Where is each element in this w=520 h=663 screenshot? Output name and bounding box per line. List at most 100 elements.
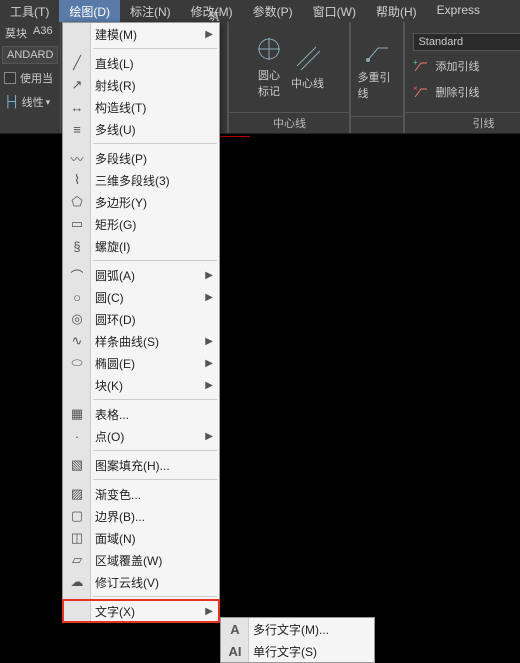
menu-item-label: 边界(B)... xyxy=(95,508,145,525)
svg-text:×: × xyxy=(413,85,418,93)
menu-item-block[interactable]: 块(K) ▶ xyxy=(63,374,219,396)
menu-draw[interactable]: 绘图(D) xyxy=(59,0,120,22)
menu-item-point[interactable]: · 点(O) ▶ xyxy=(63,425,219,447)
arc-icon: ⌒ xyxy=(68,266,86,284)
menu-item-mtext[interactable]: A 多行文字(M)... xyxy=(221,618,374,640)
multileader-button[interactable]: 多重引线 xyxy=(357,37,397,101)
menu-item-label: 区域覆盖(W) xyxy=(95,552,162,569)
point-icon: · xyxy=(68,427,86,445)
menu-item-pline3d[interactable]: ⌇ 三维多段线(3) xyxy=(63,169,219,191)
menu-param[interactable]: 参数(P) xyxy=(243,0,303,22)
centerline-icon xyxy=(293,43,321,71)
leader-standard-input[interactable] xyxy=(413,33,520,51)
line-icon: ╱ xyxy=(68,54,86,72)
wipeout-icon: ▱ xyxy=(68,551,86,569)
pline-icon: 〰 xyxy=(68,149,86,167)
menu-item-mline[interactable]: ≡ 多线(U) xyxy=(63,118,219,140)
menu-item-label: 多行文字(M)... xyxy=(253,621,329,638)
submenu-arrow-icon: ▶ xyxy=(205,606,213,617)
menu-item-line[interactable]: ╱ 直线(L) xyxy=(63,52,219,74)
menu-item-revcloud[interactable]: ☁ 修订云线(V) xyxy=(63,571,219,593)
checkbox-icon xyxy=(4,72,16,84)
table-icon: ▦ xyxy=(68,405,86,423)
menu-item-spline[interactable]: ∿ 样条曲线(S) ▶ xyxy=(63,330,219,352)
menu-window[interactable]: 窗口(W) xyxy=(303,0,366,22)
menu-item-region[interactable]: ◫ 面域(N) xyxy=(63,527,219,549)
menu-item-label: 文字(X) xyxy=(95,603,135,620)
mline-icon: ≡ xyxy=(68,120,86,138)
menu-item-label: 块(K) xyxy=(95,377,123,394)
submenu-arrow-icon: ▶ xyxy=(205,292,213,303)
center-mark-icon xyxy=(255,35,283,63)
menu-item-circle[interactable]: ○ 圆(C) ▶ xyxy=(63,286,219,308)
submenu-arrow-icon: ▶ xyxy=(205,270,213,281)
add-leader-icon: + xyxy=(413,59,429,73)
menu-item-label: 点(O) xyxy=(95,428,124,445)
remove-leader-button[interactable]: × 删除引线 xyxy=(413,84,520,100)
menu-item-gradient[interactable]: ▨ 渐变色... xyxy=(63,483,219,505)
menu-item-dtext[interactable]: AI 单行文字(S) xyxy=(221,640,374,662)
pline3d-icon: ⌇ xyxy=(68,171,86,189)
menu-item-label: 多线(U) xyxy=(95,121,136,138)
boundary-icon: ▢ xyxy=(68,507,86,525)
menu-item-text[interactable]: 文字(X) ▶ xyxy=(63,600,219,622)
menu-item-label: 构造线(T) xyxy=(95,99,146,116)
menu-item-ray[interactable]: ↗ 射线(R) xyxy=(63,74,219,96)
menu-item-label: 圆弧(A) xyxy=(95,267,135,284)
menu-item-label: 样条曲线(S) xyxy=(95,333,159,350)
ray-icon: ↗ xyxy=(68,76,86,94)
menu-item-label: 多段线(P) xyxy=(95,150,147,167)
ribbon-left-cutoff: 莫块 A36 ANDARD 使用当 ├┤ 线性 ▾ xyxy=(0,22,60,133)
remove-leader-label: 删除引线 xyxy=(435,84,479,100)
text-submenu: A 多行文字(M)... AI 单行文字(S) xyxy=(220,617,375,663)
helix-icon: § xyxy=(68,237,86,255)
menu-express[interactable]: Express xyxy=(427,0,490,22)
menu-tools[interactable]: 工具(T) xyxy=(0,0,59,22)
menu-item-label: 矩形(G) xyxy=(95,216,136,233)
menu-item-boundary[interactable]: ▢ 边界(B)... xyxy=(63,505,219,527)
menu-item-label: 渐变色... xyxy=(95,486,141,503)
region-icon: ◫ xyxy=(68,529,86,547)
centerline-button[interactable]: 中心线 xyxy=(291,43,324,91)
canvas-edge-marker xyxy=(220,136,250,137)
menu-item-label: 螺旋(I) xyxy=(95,238,130,255)
centerline-label: 中心线 xyxy=(291,75,324,91)
menu-item-model[interactable]: 建模(M) ▶ xyxy=(63,23,219,45)
use-current-checkbox[interactable]: 使用当 xyxy=(4,70,56,86)
hatch-icon: ▧ xyxy=(68,456,86,474)
xline-icon: ↔ xyxy=(68,98,86,116)
menu-item-donut[interactable]: ◎ 圆环(D) xyxy=(63,308,219,330)
polygon-icon: ⬠ xyxy=(68,193,86,211)
menu-item-arc[interactable]: ⌒ 圆弧(A) ▶ xyxy=(63,264,219,286)
svg-text:+: + xyxy=(413,59,418,67)
menu-item-table[interactable]: ▦ 表格... xyxy=(63,403,219,425)
menu-item-hatch[interactable]: ▧ 图案填充(H)... xyxy=(63,454,219,476)
menu-item-label: 直线(L) xyxy=(95,55,134,72)
menu-annotate[interactable]: 标注(N) xyxy=(120,0,181,22)
submenu-arrow-icon: ▶ xyxy=(205,431,213,442)
remove-leader-icon: × xyxy=(413,85,429,99)
menu-help[interactable]: 帮助(H) xyxy=(366,0,427,22)
block-icon xyxy=(68,376,86,394)
menu-item-pline[interactable]: 〰 多段线(P) xyxy=(63,147,219,169)
menu-item-xline[interactable]: ↔ 构造线(T) xyxy=(63,96,219,118)
menu-item-label: 三维多段线(3) xyxy=(95,172,170,189)
circle-icon: ○ xyxy=(68,288,86,306)
menu-item-label: 面域(N) xyxy=(95,530,136,547)
submenu-arrow-icon: ▶ xyxy=(205,29,213,40)
menu-item-ellipse[interactable]: ⬭ 椭圆(E) ▶ xyxy=(63,352,219,374)
menubar: 工具(T) 绘图(D) 标注(N) 修改(M) 参数(P) 窗口(W) 帮助(H… xyxy=(0,0,520,22)
left-label-1: 莫块 xyxy=(5,25,27,41)
menu-item-label: 射线(R) xyxy=(95,77,136,94)
linetype-dropdown[interactable]: ├┤ 线性 ▾ xyxy=(4,94,56,110)
center-mark-button[interactable]: 圆心 标记 xyxy=(255,35,283,99)
model-icon xyxy=(68,25,86,43)
ellipse-icon: ⬭ xyxy=(68,354,86,372)
menu-item-polygon[interactable]: ⬠ 多边形(Y) xyxy=(63,191,219,213)
menu-item-helix[interactable]: § 螺旋(I) xyxy=(63,235,219,257)
menu-item-rect[interactable]: ▭ 矩形(G) xyxy=(63,213,219,235)
menu-item-label: 修订云线(V) xyxy=(95,574,159,591)
add-leader-button[interactable]: + 添加引线 xyxy=(413,58,520,74)
menu-item-label: 椭圆(E) xyxy=(95,355,135,372)
menu-item-wipeout[interactable]: ▱ 区域覆盖(W) xyxy=(63,549,219,571)
